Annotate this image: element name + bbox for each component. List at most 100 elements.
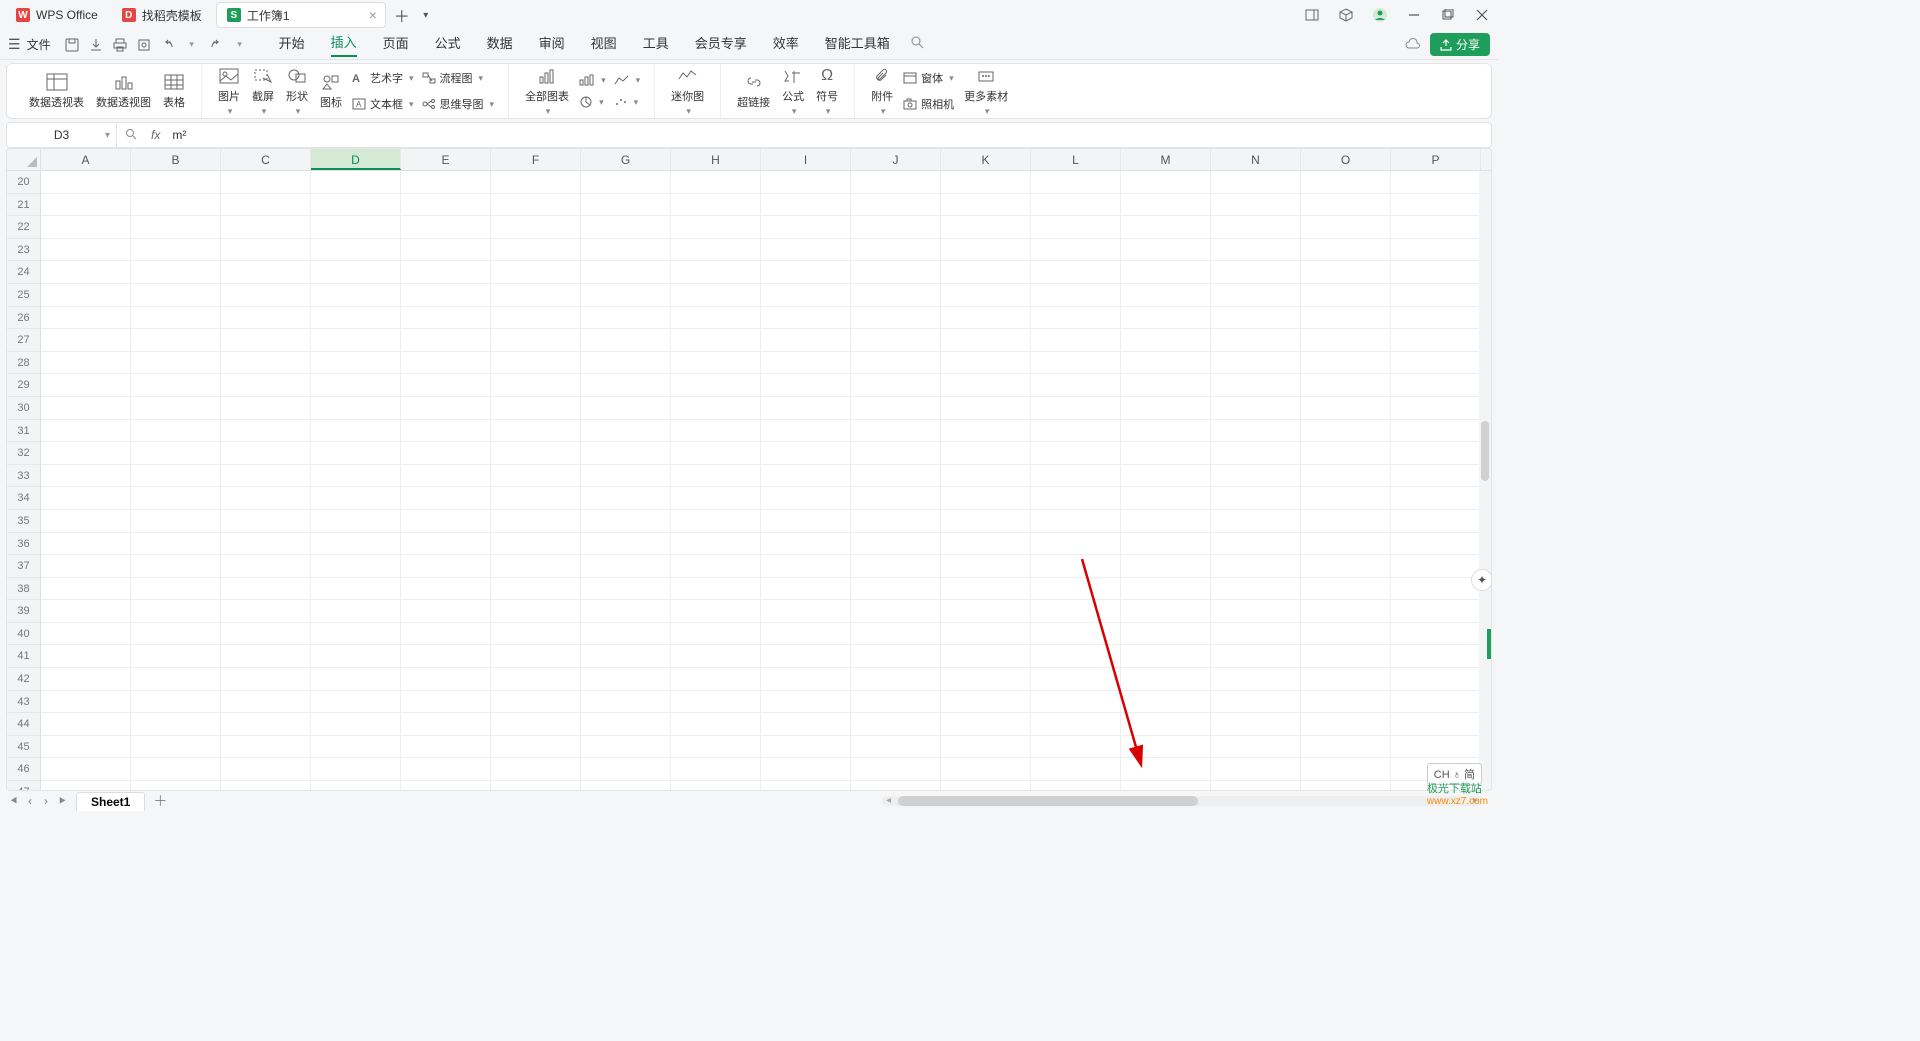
cell[interactable] [761,307,851,330]
cell[interactable] [1301,420,1391,443]
cell[interactable] [1121,420,1211,443]
cell[interactable] [1391,533,1481,556]
cell[interactable] [401,555,491,578]
cell[interactable] [1301,736,1391,759]
row-header[interactable]: 25 [7,284,41,307]
sheet-tab[interactable]: Sheet1 [76,792,145,811]
cell[interactable] [401,261,491,284]
cell[interactable] [491,284,581,307]
cell[interactable] [1211,781,1301,790]
cell[interactable] [41,420,131,443]
cell[interactable] [221,284,311,307]
formula-input[interactable]: m² [166,128,1491,142]
cell[interactable] [221,261,311,284]
cell[interactable] [1301,397,1391,420]
cell[interactable] [401,194,491,217]
cell[interactable] [221,645,311,668]
column-header[interactable]: B [131,149,221,170]
ribbon-tab-4[interactable]: 数据 [487,33,513,56]
row-header[interactable]: 41 [7,645,41,668]
cell[interactable] [401,736,491,759]
cell[interactable] [941,691,1031,714]
cell[interactable] [941,578,1031,601]
cell[interactable] [671,397,761,420]
cell[interactable] [1211,510,1301,533]
row-header[interactable]: 46 [7,758,41,781]
cell[interactable] [851,758,941,781]
cell[interactable] [1391,555,1481,578]
cell[interactable] [41,307,131,330]
cell[interactable] [41,465,131,488]
cell[interactable] [941,668,1031,691]
cell[interactable] [761,397,851,420]
cell[interactable] [401,623,491,646]
cell[interactable] [401,329,491,352]
column-header[interactable]: L [1031,149,1121,170]
cell[interactable] [1031,736,1121,759]
cell[interactable] [41,171,131,194]
cell[interactable] [851,442,941,465]
cell[interactable] [1121,465,1211,488]
cell[interactable] [221,691,311,714]
cube-icon[interactable] [1336,5,1356,25]
cell[interactable] [131,171,221,194]
cell[interactable] [221,374,311,397]
cell[interactable] [851,171,941,194]
cell[interactable] [761,216,851,239]
cell[interactable] [671,194,761,217]
cell[interactable] [1391,668,1481,691]
cell[interactable] [851,713,941,736]
ribbon-tab-3[interactable]: 公式 [435,33,461,56]
cell[interactable] [581,645,671,668]
cell[interactable] [491,623,581,646]
search-icon[interactable] [910,35,924,54]
cell[interactable] [581,555,671,578]
cell[interactable] [41,578,131,601]
column-header[interactable]: O [1301,149,1391,170]
cell[interactable] [581,352,671,375]
cell[interactable] [1391,194,1481,217]
ribbon-tab-2[interactable]: 页面 [383,33,409,56]
form-button[interactable]: 窗体▾ [899,67,958,89]
cell[interactable] [491,374,581,397]
cell[interactable] [311,284,401,307]
cell[interactable] [851,397,941,420]
cell[interactable] [131,487,221,510]
cell[interactable] [761,668,851,691]
cell[interactable] [41,555,131,578]
cell[interactable] [1121,510,1211,533]
cell[interactable] [311,623,401,646]
add-sheet-button[interactable]: ＋ [153,791,167,811]
qat-dropdown[interactable]: ▾ [231,36,249,54]
cell[interactable] [1031,420,1121,443]
cell[interactable] [1031,374,1121,397]
cell[interactable] [1031,465,1121,488]
cell[interactable] [221,239,311,262]
sheet-nav-first[interactable]: ⯇ [6,794,22,809]
cell[interactable] [1031,713,1121,736]
cell[interactable] [941,374,1031,397]
undo-icon[interactable] [159,36,177,54]
cell[interactable] [311,261,401,284]
cell[interactable] [311,691,401,714]
cell[interactable] [1031,442,1121,465]
cell[interactable] [851,465,941,488]
cell[interactable] [851,487,941,510]
cell[interactable] [1211,713,1301,736]
cell[interactable] [41,284,131,307]
cell[interactable] [671,600,761,623]
cell[interactable] [41,713,131,736]
cell[interactable] [1391,420,1481,443]
floating-assistant-icon[interactable]: ✦ [1471,569,1492,591]
cell[interactable] [941,194,1031,217]
ribbon-tab-0[interactable]: 开始 [279,33,305,56]
cell[interactable] [761,645,851,668]
cell[interactable] [941,397,1031,420]
cell[interactable] [1211,600,1301,623]
cell[interactable] [851,239,941,262]
cell[interactable] [761,261,851,284]
cell[interactable] [491,510,581,533]
more-materials-button[interactable]: 更多素材▾ [958,66,1014,117]
cell[interactable] [1391,487,1481,510]
cell[interactable] [941,307,1031,330]
